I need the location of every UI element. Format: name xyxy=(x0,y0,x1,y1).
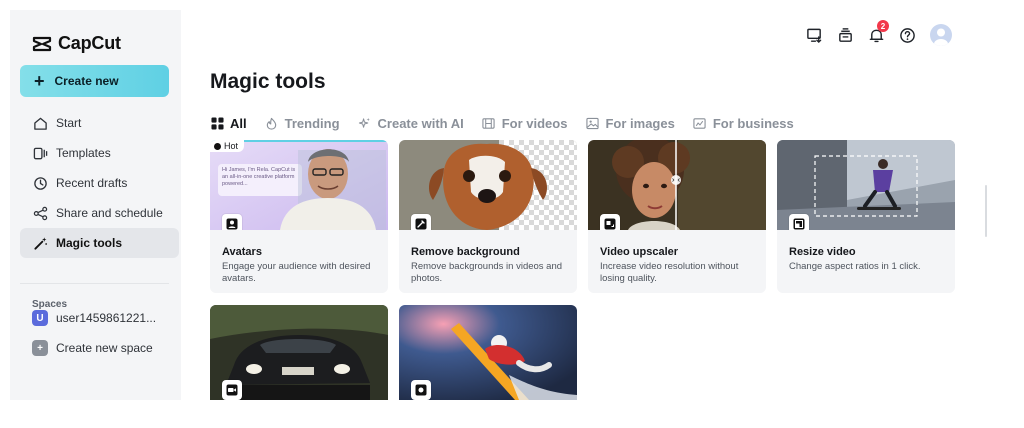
templates-icon xyxy=(32,145,48,161)
user-avatar[interactable] xyxy=(930,24,952,46)
tab-for-images[interactable]: For images xyxy=(585,115,675,131)
inbox-icon[interactable] xyxy=(834,24,856,46)
hot-icon xyxy=(214,142,221,150)
bell-icon[interactable]: 2 xyxy=(865,20,889,46)
home-icon xyxy=(32,115,48,131)
space-item-user[interactable]: U user1459861221... xyxy=(32,308,156,328)
notification-badge: 2 xyxy=(877,20,889,32)
sidebar-item-templates[interactable]: Templates xyxy=(20,138,179,168)
space-item-label: user1459861221... xyxy=(56,311,157,325)
share-icon xyxy=(32,205,48,221)
tab-label: For images xyxy=(605,115,675,131)
video-effect-thumbnail xyxy=(210,305,388,400)
remove-background-thumbnail xyxy=(399,140,577,230)
plus-icon: + xyxy=(32,340,48,356)
tool-card-avatars[interactable]: Hot Hi James, I'm Rela. CapCut is an all… xyxy=(210,140,388,293)
grid-icon xyxy=(210,116,224,130)
tab-trending[interactable]: Trending xyxy=(265,116,340,131)
create-new-space-label: Create new space xyxy=(56,341,153,355)
avatar-chat-bubble: Hi James, I'm Rela. CapCut is an all-in-… xyxy=(222,167,296,187)
sparkle-icon xyxy=(358,116,372,130)
clock-icon xyxy=(32,175,48,191)
tool-name: Video upscaler xyxy=(600,246,679,258)
image-effect-thumbnail xyxy=(399,305,577,400)
tool-description: Change aspect ratios in 1 click. xyxy=(789,261,921,272)
flame-icon xyxy=(265,116,279,130)
tool-card-video-effect[interactable] xyxy=(210,305,388,400)
video-upscaler-thumbnail xyxy=(588,140,766,230)
tool-description: Increase video resolution without losing… xyxy=(600,261,739,284)
magic-icon xyxy=(411,380,431,400)
sidebar-divider xyxy=(20,283,169,284)
capcut-logo[interactable]: CapCut xyxy=(32,33,121,54)
scrollbar[interactable] xyxy=(985,185,987,237)
page-title: Magic tools xyxy=(210,70,326,93)
tab-all[interactable]: All xyxy=(210,116,247,131)
tab-label: For business xyxy=(712,115,794,131)
tool-name: Resize video xyxy=(789,246,856,258)
tab-label: All xyxy=(230,115,247,131)
tab-label: For videos xyxy=(501,115,568,131)
tab-create-with-ai[interactable]: Create with AI xyxy=(358,116,464,131)
sidebar-item-label: Share and schedule xyxy=(56,206,163,220)
tab-for-videos[interactable]: For videos xyxy=(482,115,568,131)
plus-icon: + xyxy=(34,71,45,91)
help-icon[interactable] xyxy=(896,24,918,46)
header-toolbar: 2 xyxy=(803,20,952,46)
sidebar-item-share-and-schedule[interactable]: Share and schedule xyxy=(20,198,179,228)
avatar-icon xyxy=(222,214,242,230)
device-icon[interactable] xyxy=(803,24,825,46)
sidebar-item-label: Magic tools xyxy=(56,236,123,250)
video-camera-icon xyxy=(222,380,242,400)
space-avatar: U xyxy=(32,310,48,326)
avatars-thumbnail: Hot Hi James, I'm Rela. CapCut is an all… xyxy=(210,140,388,230)
resize-video-thumbnail xyxy=(777,140,955,230)
tool-description: Engage your audience with desired avatar… xyxy=(222,261,371,284)
sidebar-item-label: Templates xyxy=(56,146,111,160)
tool-card-image-effect[interactable] xyxy=(399,305,577,400)
sidebar-item-label: Recent drafts xyxy=(56,176,128,190)
resize-icon xyxy=(789,214,809,230)
category-tabs: All Trending Create with AI For videos F… xyxy=(210,114,812,132)
tool-card-resize-video[interactable]: Resize video Change aspect ratios in 1 c… xyxy=(777,140,955,293)
tool-card-video-upscaler[interactable]: Video upscaler Increase video resolution… xyxy=(588,140,766,293)
hot-label: Hot xyxy=(224,141,239,151)
tab-label: Create with AI xyxy=(377,115,464,131)
image-icon xyxy=(585,116,599,130)
eraser-icon xyxy=(411,214,431,230)
tool-card-remove-background[interactable]: Remove background Remove backgrounds in … xyxy=(399,140,577,293)
sidebar-nav: Start Templates Recent drafts Share and … xyxy=(20,108,179,258)
tab-for-business[interactable]: For business xyxy=(693,116,794,131)
create-new-space-button[interactable]: + Create new space xyxy=(32,338,153,358)
sidebar-item-start[interactable]: Start xyxy=(20,108,179,138)
business-icon xyxy=(693,116,707,130)
tool-name: Avatars xyxy=(222,246,262,258)
hot-badge: Hot xyxy=(210,140,245,152)
create-new-button[interactable]: + Create new xyxy=(20,65,169,97)
capcut-logo-icon xyxy=(32,36,52,51)
sidebar-item-recent-drafts[interactable]: Recent drafts xyxy=(20,168,179,198)
tool-name: Remove background xyxy=(411,246,520,258)
sidebar-item-magic-tools[interactable]: Magic tools xyxy=(20,228,179,258)
tab-label: Trending xyxy=(284,115,340,131)
sidebar: CapCut + Create new Start Templates Rece… xyxy=(10,10,181,400)
sidebar-item-label: Start xyxy=(56,116,82,130)
upscale-icon xyxy=(600,214,620,230)
magic-wand-icon xyxy=(32,235,48,251)
brand-name: CapCut xyxy=(58,33,121,53)
create-new-label: Create new xyxy=(54,74,119,88)
film-icon xyxy=(482,116,496,130)
tool-description: Remove backgrounds in videos and photos. xyxy=(411,261,563,284)
